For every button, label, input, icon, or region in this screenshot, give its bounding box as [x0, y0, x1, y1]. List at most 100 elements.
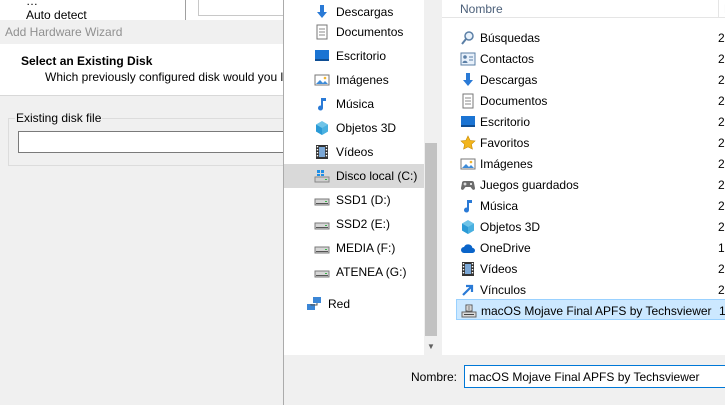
file-row-name: Imágenes	[480, 157, 533, 171]
nav-item-atenea-g[interactable]: ATENEA (G:)	[284, 260, 424, 284]
file-row-onedrive[interactable]: OneDrive 1	[456, 237, 725, 258]
file-row-name: macOS Mojave Final APFS by Techsviewer	[481, 304, 712, 318]
download-arrow-icon	[460, 72, 476, 88]
navigation-pane: Descargas Documentos Escritorio Imágenes Mús…	[284, 0, 438, 355]
file-row-name: Documentos	[480, 94, 548, 108]
file-row-date: 2	[718, 283, 725, 297]
nav-item-media-f[interactable]: MEDIA (F:)	[284, 236, 424, 260]
cube-3d-icon	[314, 120, 330, 136]
file-row-name: Contactos	[480, 52, 535, 66]
existing-disk-file-input[interactable]	[18, 131, 283, 153]
navigation-scrollbar-thumb[interactable]	[425, 143, 437, 336]
nav-item-musica[interactable]: Música	[284, 92, 424, 116]
disk-image-icon	[461, 303, 477, 319]
background-pane	[198, 0, 283, 16]
open-file-dialog: Descargas Documentos Escritorio Imágenes Mús…	[283, 0, 725, 405]
nav-item-label: SSD2 (E:)	[336, 217, 391, 231]
file-row-musica[interactable]: Música 2	[456, 195, 725, 216]
file-row-escritorio[interactable]: Escritorio 2	[456, 111, 725, 132]
download-arrow-icon	[314, 4, 330, 20]
nav-item-label: MEDIA (F:)	[336, 241, 396, 255]
nav-item-label: ATENEA (G:)	[336, 265, 407, 279]
nav-item-label: Documentos	[336, 25, 404, 39]
nav-item-label: Objetos 3D	[336, 121, 397, 135]
windows-drive-icon	[314, 168, 330, 184]
background-list: … Auto detect	[0, 0, 186, 22]
film-icon	[460, 261, 476, 277]
file-row-favoritos[interactable]: Favoritos 2	[456, 132, 725, 153]
file-row-name: Descargas	[480, 73, 538, 87]
file-row-name: Juegos guardados	[480, 178, 579, 192]
nav-item-ssd1-d[interactable]: SSD1 (D:)	[284, 188, 424, 212]
nav-item-documentos[interactable]: Documentos	[284, 20, 424, 44]
drive-icon	[314, 216, 330, 232]
saved-games-icon	[460, 177, 476, 193]
music-note-icon	[460, 198, 476, 214]
drive-icon	[314, 240, 330, 256]
documents-icon	[314, 24, 330, 40]
file-row-contactos[interactable]: Contactos 2	[456, 48, 725, 69]
music-note-icon	[314, 96, 330, 112]
file-row-name: Objetos 3D	[480, 220, 541, 234]
file-row-name: Vínculos	[480, 283, 527, 297]
file-row-documentos[interactable]: Documentos 2	[456, 90, 725, 111]
file-row-date: 2	[718, 31, 725, 45]
file-row-date: 2	[718, 157, 725, 171]
file-row-name: Favoritos	[480, 136, 530, 150]
file-row-vinculos[interactable]: Vínculos 2	[456, 279, 725, 300]
file-row-date: 2	[718, 136, 725, 150]
documents-icon	[460, 93, 476, 109]
filename-input-value: macOS Mojave Final APFS by Techsviewer	[469, 370, 700, 384]
filename-input[interactable]: macOS Mojave Final APFS by Techsviewer	[464, 365, 725, 388]
file-row-date: 2	[718, 73, 725, 87]
nav-item-imagenes[interactable]: Imágenes	[284, 68, 424, 92]
wizard-title: Add Hardware Wizard	[5, 25, 123, 39]
search-folder-icon	[460, 30, 476, 46]
nav-item-disco-local-c[interactable]: Disco local (C:)	[284, 164, 424, 188]
nav-item-label: Red	[328, 297, 351, 311]
file-row-macos-mojave-final-apfs-by-techsviewer[interactable]: macOS Mojave Final APFS by Techsviewer 1	[456, 299, 725, 320]
file-row-objetos-3d[interactable]: Objetos 3D 2	[456, 216, 725, 237]
file-row-date: 2	[718, 178, 725, 192]
nav-item-label: Disco local (C:)	[336, 169, 418, 183]
file-row-date: 2	[718, 199, 725, 213]
file-row-date: 2	[718, 220, 725, 234]
nav-item-videos[interactable]: Vídeos	[284, 140, 424, 164]
column-header-name[interactable]: Nombre	[460, 2, 503, 16]
network-icon	[306, 296, 322, 312]
dialog-footer: Nombre: macOS Mojave Final APFS by Techs…	[284, 355, 725, 405]
file-row-imagenes[interactable]: Imágenes 2	[456, 153, 725, 174]
file-row-juegos-guardados[interactable]: Juegos guardados 2	[456, 174, 725, 195]
file-row-date: 1	[718, 241, 725, 255]
file-row-date: 2	[718, 115, 725, 129]
scroll-down-icon[interactable]: ▼	[425, 340, 437, 354]
star-icon	[460, 135, 476, 151]
desktop-icon	[460, 114, 476, 130]
file-row-videos[interactable]: Vídeos 2	[456, 258, 725, 279]
file-row-name: Música	[480, 199, 519, 213]
wizard-header: Select an Existing Disk Which previously…	[0, 44, 283, 96]
file-list-header: Nombre F	[442, 0, 725, 18]
wizard-header-title: Select an Existing Disk	[21, 54, 153, 68]
pictures-icon	[314, 72, 330, 88]
add-hardware-wizard: … Auto detect Add Hardware Wizard Select…	[0, 0, 283, 405]
file-row-date: 2	[718, 94, 725, 108]
nav-item-ssd2-e[interactable]: SSD2 (E:)	[284, 212, 424, 236]
nav-item-label: Descargas	[336, 5, 394, 19]
nav-item-escritorio[interactable]: Escritorio	[284, 44, 424, 68]
pictures-icon	[460, 156, 476, 172]
nav-item-objetos-3d[interactable]: Objetos 3D	[284, 116, 424, 140]
existing-disk-group-label: Existing disk file	[15, 111, 103, 125]
file-row-descargas[interactable]: Descargas 2	[456, 69, 725, 90]
film-icon	[314, 144, 330, 160]
nav-item-red[interactable]: Red	[284, 292, 424, 316]
file-row-name: Búsquedas	[480, 31, 541, 45]
wizard-header-subtitle: Which previously configured disk would y…	[45, 70, 283, 84]
file-row-busquedas[interactable]: Búsquedas 2	[456, 27, 725, 48]
file-row-name: Vídeos	[480, 262, 518, 276]
file-list: Nombre F Búsquedas2Contactos2Descargas2D…	[442, 0, 725, 355]
link-arrow-icon	[460, 282, 476, 298]
column-divider[interactable]	[718, 0, 719, 18]
file-row-date: 2	[718, 52, 725, 66]
file-row-date: 1	[719, 304, 725, 318]
